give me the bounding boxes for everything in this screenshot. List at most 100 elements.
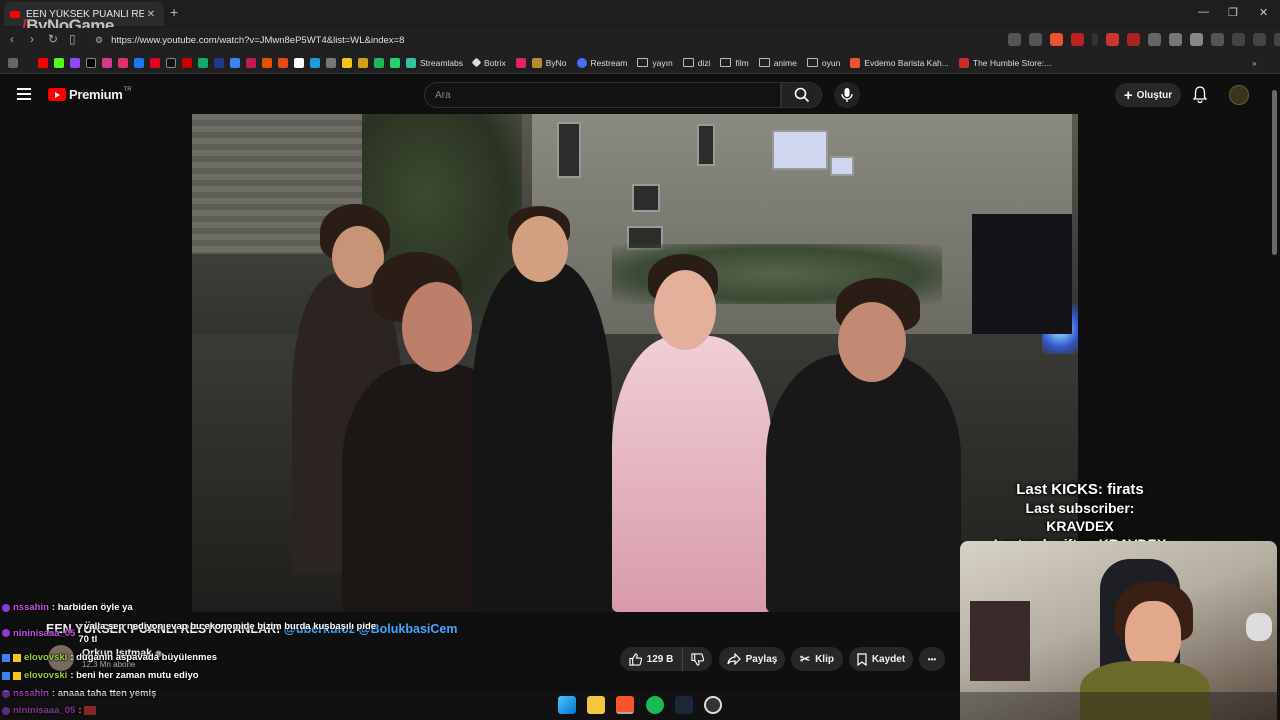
- search-input[interactable]: Ara: [424, 82, 781, 108]
- building-window: [772, 130, 828, 170]
- obs-icon[interactable]: [704, 696, 722, 714]
- notifications-bell-icon[interactable]: [1192, 86, 1208, 108]
- chat-message: nininisaaa_05: valla sen nediyon evap bu…: [2, 620, 388, 646]
- tiktok-bookmark-icon[interactable]: [166, 57, 176, 68]
- bookmark-folder-oyun[interactable]: oyun: [806, 58, 840, 68]
- extension-gmail-icon[interactable]: [1106, 33, 1119, 46]
- microphone-icon: [841, 88, 853, 102]
- new-tab-button[interactable]: +: [170, 4, 178, 20]
- whatsapp-bookmark-icon[interactable]: [390, 57, 400, 68]
- imdb-bookmark-icon[interactable]: [342, 57, 352, 68]
- menu-icon[interactable]: [1274, 33, 1280, 46]
- bookmark-streamlabs[interactable]: Streamlabs: [406, 57, 463, 68]
- chat-message: elovovski: duganin aspavada büyülenmes: [2, 652, 217, 663]
- bookmark-botrix[interactable]: Botrix: [471, 58, 506, 68]
- sidebar-icon[interactable]: [1211, 33, 1224, 46]
- address-bar[interactable]: ⚙ https://www.youtube.com/watch?v=JMwn8e…: [95, 31, 1035, 49]
- more-actions-button[interactable]: •••: [919, 647, 945, 671]
- leo-ai-icon[interactable]: [1253, 33, 1266, 46]
- share-icon: [727, 653, 741, 665]
- instagram-bookmark-icon[interactable]: [118, 57, 128, 68]
- screen-cast-icon[interactable]: [1008, 33, 1021, 46]
- music-icon[interactable]: [1232, 33, 1245, 46]
- x-bookmark-icon[interactable]: [86, 57, 96, 68]
- facebook-bookmark-icon[interactable]: [134, 57, 144, 68]
- bookmark-byno[interactable]: ByNo: [531, 57, 567, 68]
- save-button[interactable]: Kaydet: [849, 647, 913, 671]
- building-window: [830, 156, 854, 176]
- bookmark-icon-12[interactable]: [214, 57, 224, 68]
- reload-icon[interactable]: ↻: [48, 32, 58, 46]
- bookmark-icon-19[interactable]: [326, 57, 336, 68]
- clip-button[interactable]: ✂ Klip: [791, 647, 843, 671]
- share-icon[interactable]: [1029, 33, 1042, 46]
- bookmark-icon[interactable]: ▯: [69, 32, 76, 46]
- brave-browser-icon[interactable]: [616, 696, 634, 714]
- extension-red-icon[interactable]: [1127, 33, 1140, 46]
- building-window: [697, 124, 715, 166]
- bookmark-icon-13[interactable]: [230, 57, 240, 68]
- hamburger-menu-icon[interactable]: [17, 88, 31, 103]
- windows-start-icon[interactable]: [558, 696, 576, 714]
- site-info-icon[interactable]: ⚙: [95, 35, 103, 46]
- bookmark-folder-yayin[interactable]: yayın: [637, 58, 673, 68]
- video-player[interactable]: [192, 114, 1078, 612]
- like-button[interactable]: 129 B: [620, 647, 682, 671]
- spotify-bookmark-icon[interactable]: [374, 57, 384, 68]
- bookmark-folder-anime[interactable]: anime: [758, 58, 797, 68]
- close-window-button[interactable]: ✕: [1259, 6, 1268, 19]
- bookmark-icon-26[interactable]: [515, 57, 526, 68]
- steam-icon[interactable]: [675, 696, 693, 714]
- bookmarks-bar: Streamlabs Botrix ByNo Restream yayın di…: [0, 52, 1280, 74]
- bookmark-icon-16[interactable]: [278, 57, 288, 68]
- plus-icon: +: [1123, 86, 1133, 104]
- amazon-bookmark-icon[interactable]: [294, 57, 304, 68]
- youtube-premium-logo[interactable]: Premium TR: [48, 87, 132, 102]
- more-bookmarks-icon[interactable]: »: [1252, 58, 1257, 68]
- bookmark-icon-14[interactable]: [246, 57, 256, 68]
- voice-search-button[interactable]: [834, 82, 860, 108]
- bookmark-folder-dizi[interactable]: dizi: [682, 58, 710, 68]
- brave-shields-icon[interactable]: [1050, 33, 1063, 46]
- bookmark-icon-15[interactable]: [262, 57, 272, 68]
- bookmark-icon-5[interactable]: [102, 57, 112, 68]
- bookmark-icon-21[interactable]: [358, 57, 368, 68]
- extension-tool-icon[interactable]: [1169, 33, 1182, 46]
- forward-icon[interactable]: ›: [30, 32, 34, 46]
- extensions-bar: [1008, 33, 1280, 46]
- bookmark-folder-film[interactable]: film: [720, 58, 749, 68]
- search-button[interactable]: [781, 82, 822, 108]
- bookmark-icon-11[interactable]: [198, 57, 208, 68]
- pinterest-bookmark-icon[interactable]: [150, 57, 160, 68]
- maximize-button[interactable]: ❐: [1228, 6, 1238, 19]
- youtube-bookmark-icon[interactable]: [38, 57, 48, 68]
- apps-grid-icon[interactable]: [8, 57, 18, 68]
- dark-car: [972, 214, 1072, 334]
- create-button[interactable]: + Oluştur: [1115, 83, 1181, 107]
- user-avatar[interactable]: [1229, 85, 1249, 105]
- bookmark-restream[interactable]: Restream: [576, 57, 627, 68]
- tab-close-icon[interactable]: ✕: [144, 9, 158, 20]
- kick-bookmark-icon[interactable]: [54, 57, 64, 68]
- bookmark-humble[interactable]: The Humble Store:...: [958, 57, 1051, 68]
- back-icon[interactable]: ‹: [10, 32, 14, 46]
- page-scrollbar[interactable]: [1272, 90, 1277, 255]
- folder-icon: [806, 58, 818, 67]
- bookmark-icon-18[interactable]: [310, 57, 320, 68]
- subscriber-badge-icon: [2, 671, 10, 680]
- bookmark-icon-10[interactable]: [182, 57, 192, 68]
- dislike-button[interactable]: [682, 647, 712, 671]
- extensions-puzzle-icon[interactable]: [1190, 33, 1203, 46]
- person-3: [472, 262, 612, 612]
- file-explorer-icon[interactable]: [587, 696, 605, 714]
- extension-gray-icon[interactable]: [1148, 33, 1161, 46]
- minimize-button[interactable]: —: [1198, 6, 1209, 18]
- twitch-bookmark-icon[interactable]: [70, 57, 80, 68]
- subscriber-badge-icon: [2, 653, 10, 662]
- bookmark-evdemo[interactable]: Evdemo Barista Kah...: [850, 57, 949, 68]
- search-icon: [794, 87, 809, 103]
- chat-message: nssahin: harbiden öyle ya: [2, 602, 133, 613]
- spotify-icon[interactable]: [646, 696, 664, 714]
- brave-rewards-icon[interactable]: [1071, 33, 1084, 46]
- share-button[interactable]: Paylaş: [719, 647, 785, 671]
